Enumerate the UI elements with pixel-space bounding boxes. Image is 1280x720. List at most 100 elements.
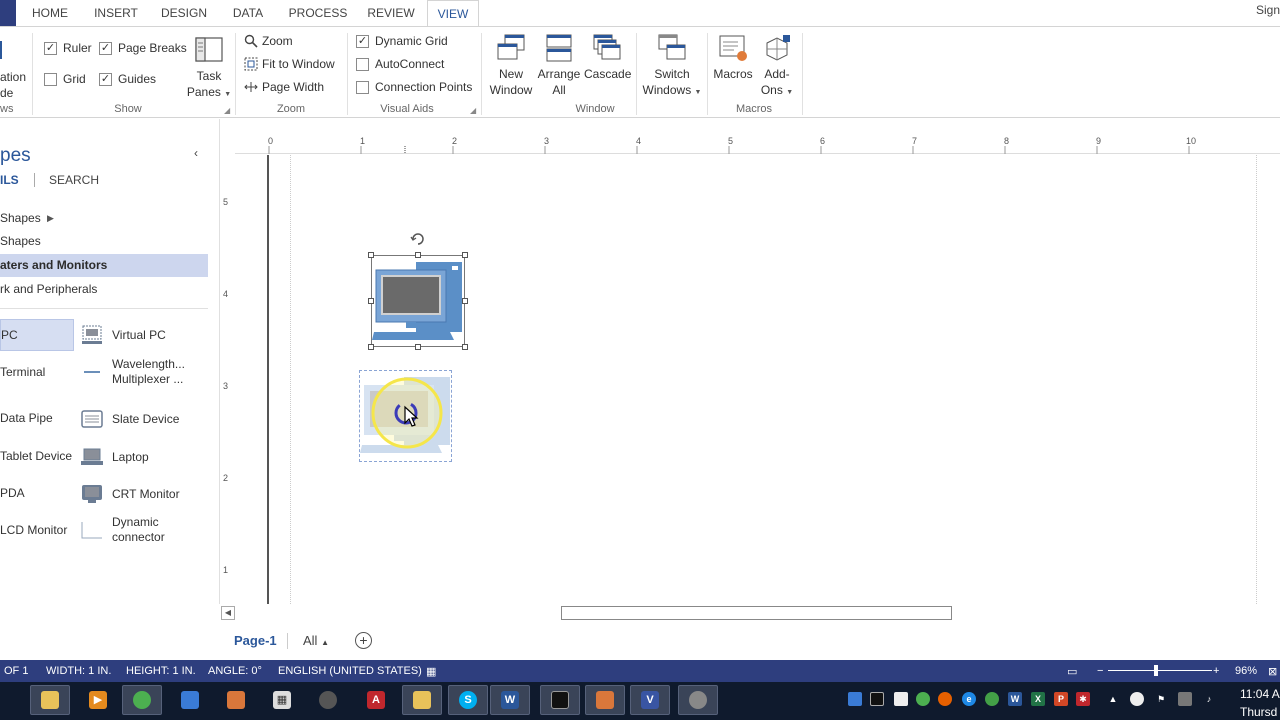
task-panes-button[interactable]: Task Panes ▼ bbox=[186, 35, 232, 103]
switch-windows-button[interactable]: Switch Windows ▼ bbox=[642, 33, 702, 101]
tray-display-icon[interactable] bbox=[1178, 692, 1192, 706]
tray-asterisk-icon[interactable]: ✱ bbox=[1076, 692, 1090, 706]
presentation-mode-button[interactable]: ation de bbox=[0, 69, 26, 101]
page-tab-1[interactable]: Page-1 bbox=[234, 633, 277, 648]
taskbar-app[interactable] bbox=[170, 685, 210, 715]
resize-handle-se[interactable] bbox=[462, 344, 468, 350]
tray-flag-icon[interactable]: ⚑ bbox=[1154, 692, 1168, 706]
resize-handle-nw[interactable] bbox=[368, 252, 374, 258]
tray-status-icon[interactable] bbox=[1130, 692, 1144, 706]
zoom-slider[interactable] bbox=[1108, 670, 1212, 671]
taskbar-media-player[interactable]: ▶ bbox=[78, 685, 118, 715]
taskbar-explorer[interactable] bbox=[30, 685, 70, 715]
arrange-all-button[interactable]: Arrange All bbox=[536, 33, 582, 98]
tray-terminal-icon[interactable] bbox=[870, 692, 884, 706]
master-wavelength-multiplexer[interactable]: Wavelength... Multiplexer ... bbox=[80, 357, 185, 387]
insert-page-button[interactable]: + bbox=[355, 632, 372, 649]
tray-volume-icon[interactable]: ♪ bbox=[1202, 692, 1216, 706]
ruler-checkbox[interactable]: ✓ Ruler bbox=[44, 41, 92, 55]
resize-handle-s[interactable] bbox=[415, 344, 421, 350]
master-tablet-device[interactable]: Tablet Device bbox=[0, 449, 72, 464]
resize-handle-w[interactable] bbox=[368, 298, 374, 304]
taskbar-skype[interactable]: S bbox=[448, 685, 488, 715]
file-tab[interactable] bbox=[0, 0, 16, 26]
add-ons-button[interactable]: Add- Ons ▼ bbox=[757, 33, 797, 101]
tab-home[interactable]: HOME bbox=[24, 0, 76, 26]
taskbar-chrome[interactable] bbox=[122, 685, 162, 715]
stencil-network-and-peripherals[interactable]: rk and Peripherals bbox=[0, 278, 208, 301]
master-terminal[interactable]: Terminal bbox=[0, 365, 45, 380]
tray-ie-icon[interactable]: e bbox=[962, 692, 976, 706]
master-pda[interactable]: PDA bbox=[0, 486, 25, 501]
taskbar-command-prompt[interactable] bbox=[540, 685, 580, 715]
tab-review[interactable]: REVIEW bbox=[361, 0, 421, 26]
stencil-more-shapes[interactable]: Shapes ▶ bbox=[0, 207, 208, 230]
stencil-computers-and-monitors[interactable]: aters and Monitors bbox=[0, 254, 208, 277]
resize-handle-e[interactable] bbox=[462, 298, 468, 304]
page-width-button[interactable]: Page Width bbox=[244, 80, 324, 94]
macro-record-icon[interactable]: ▦ bbox=[426, 665, 436, 678]
page-breaks-checkbox[interactable]: ✓ Page Breaks bbox=[99, 41, 187, 55]
tab-data[interactable]: DATA bbox=[224, 0, 272, 26]
angle-status[interactable]: ANGLE: 0° bbox=[208, 665, 262, 677]
master-pc[interactable]: PC bbox=[0, 319, 74, 351]
presentation-mode-icon[interactable]: ▭ bbox=[1067, 665, 1077, 678]
dialog-launcher-icon[interactable]: ◢ bbox=[470, 106, 476, 115]
taskbar-recorder[interactable] bbox=[678, 685, 718, 715]
tray-app-icon[interactable] bbox=[848, 692, 862, 706]
guides-checkbox[interactable]: ✓ Guides bbox=[99, 72, 156, 86]
tray-firefox-icon[interactable] bbox=[938, 692, 952, 706]
taskbar-acrobat[interactable]: A bbox=[356, 685, 396, 715]
resize-handle-n[interactable] bbox=[415, 252, 421, 258]
taskbar-paint[interactable] bbox=[216, 685, 256, 715]
zoom-in-icon[interactable]: + bbox=[1213, 665, 1219, 677]
macros-button[interactable]: Macros bbox=[711, 33, 755, 82]
master-data-pipe[interactable]: Data Pipe bbox=[0, 411, 53, 426]
dynamic-grid-checkbox[interactable]: ✓ Dynamic Grid bbox=[356, 34, 448, 48]
page-number-status[interactable]: OF 1 bbox=[4, 665, 28, 677]
master-laptop[interactable]: Laptop bbox=[80, 447, 149, 467]
zoom-out-icon[interactable]: − bbox=[1097, 665, 1103, 677]
tray-excel-icon[interactable]: X bbox=[1031, 692, 1045, 706]
drawing-canvas[interactable]: 0 1 2 3 4 5 6 7 8 9 10 5 4 3 2 1 bbox=[221, 119, 1280, 604]
grid-checkbox[interactable]: Grid bbox=[44, 72, 86, 86]
cascade-button[interactable]: Cascade bbox=[584, 33, 631, 82]
pc-shape-selected[interactable] bbox=[371, 255, 465, 347]
tab-more-shapes[interactable]: ILS bbox=[0, 173, 19, 187]
scrollbar-thumb[interactable] bbox=[561, 606, 952, 620]
fit-to-window-button[interactable]: Fit to Window bbox=[244, 57, 335, 71]
zoom-slider-knob[interactable] bbox=[1154, 665, 1158, 676]
all-pages-button[interactable]: All ▲ bbox=[303, 633, 329, 648]
taskbar-clock[interactable]: 11:04 A Thursd bbox=[1240, 685, 1280, 720]
stencil-quick-shapes[interactable]: Shapes bbox=[0, 230, 208, 253]
horizontal-scrollbar[interactable]: ◀ bbox=[221, 604, 1280, 622]
tab-process[interactable]: PROCESS bbox=[284, 0, 352, 26]
master-crt-monitor[interactable]: CRT Monitor bbox=[80, 484, 180, 504]
autoconnect-checkbox[interactable]: AutoConnect bbox=[356, 57, 444, 71]
fit-page-icon[interactable]: ⊠ bbox=[1268, 665, 1277, 678]
taskbar-visio[interactable]: V bbox=[630, 685, 670, 715]
tray-chrome-icon[interactable] bbox=[916, 692, 930, 706]
master-slate-device[interactable]: Slate Device bbox=[80, 409, 179, 429]
tab-search[interactable]: SEARCH bbox=[49, 173, 99, 187]
taskbar-files[interactable] bbox=[402, 685, 442, 715]
resize-handle-ne[interactable] bbox=[462, 252, 468, 258]
tray-word-icon[interactable]: W bbox=[1008, 692, 1022, 706]
taskbar-remote-desktop[interactable] bbox=[585, 685, 625, 715]
collapse-pane-icon[interactable]: ‹ bbox=[194, 146, 198, 160]
tray-powerpoint-icon[interactable]: P bbox=[1054, 692, 1068, 706]
tray-document-icon[interactable] bbox=[894, 692, 908, 706]
zoom-button[interactable]: Zoom bbox=[244, 34, 293, 48]
tab-insert[interactable]: INSERT bbox=[86, 0, 146, 26]
master-lcd-monitor[interactable]: LCD Monitor bbox=[0, 523, 67, 538]
sign-in-link[interactable]: Sign bbox=[1256, 3, 1280, 17]
connection-points-checkbox[interactable]: Connection Points bbox=[356, 80, 472, 94]
tray-overflow-icon[interactable]: ▲ bbox=[1106, 692, 1120, 706]
rotate-handle-icon[interactable] bbox=[410, 231, 426, 247]
master-virtual-pc[interactable]: Virtual PC bbox=[80, 325, 166, 345]
height-status[interactable]: HEIGHT: 1 IN. bbox=[126, 665, 196, 677]
taskbar-word[interactable]: W bbox=[490, 685, 530, 715]
new-window-button[interactable]: New Window bbox=[487, 33, 535, 98]
scroll-left-icon[interactable]: ◀ bbox=[221, 606, 235, 620]
tab-design[interactable]: DESIGN bbox=[155, 0, 213, 26]
